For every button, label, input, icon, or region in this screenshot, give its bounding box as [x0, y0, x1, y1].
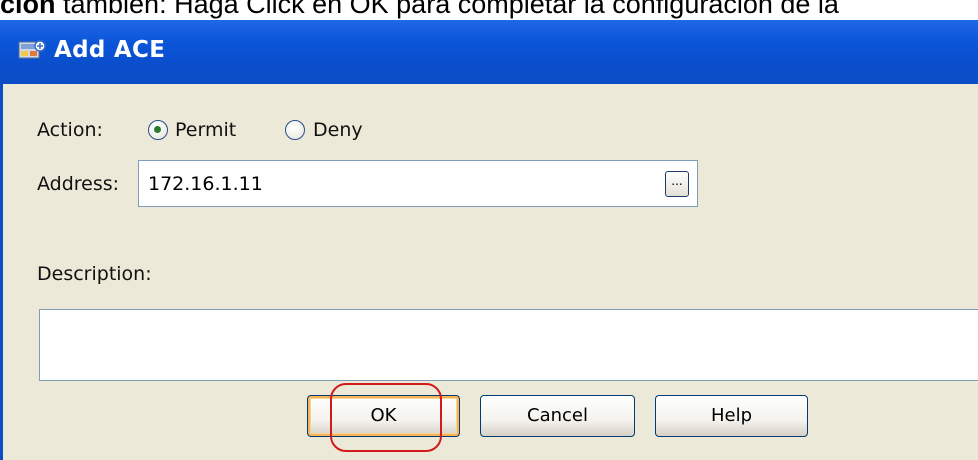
address-browse-button[interactable]: ... — [665, 171, 689, 197]
dialog-titlebar[interactable]: Add ACE — [0, 20, 978, 84]
page: ción también: Haga Click en OK para comp… — [0, 0, 978, 460]
address-label: Address: — [37, 173, 120, 195]
deny-radio[interactable] — [285, 120, 305, 140]
description-label: Description: — [37, 263, 152, 285]
action-label: Action: — [37, 119, 103, 141]
address-value: 172.16.1.11 — [148, 173, 263, 195]
network-rule-icon — [18, 38, 46, 62]
dialog-title: Add ACE — [54, 37, 166, 63]
ok-button[interactable]: OK — [307, 395, 460, 437]
caption-text: también: Haga Click en OK para completar… — [55, 0, 839, 19]
address-field[interactable]: 172.16.1.11 ... — [138, 160, 698, 207]
caption-bold-prefix: ción — [0, 0, 56, 19]
deny-radio-label[interactable]: Deny — [313, 118, 363, 142]
instruction-caption: ción también: Haga Click en OK para comp… — [0, 0, 978, 19]
radio-selected-dot — [154, 126, 161, 133]
description-field[interactable] — [39, 309, 978, 381]
cancel-button[interactable]: Cancel — [480, 395, 635, 437]
help-button[interactable]: Help — [655, 395, 808, 437]
permit-radio[interactable] — [148, 120, 168, 140]
add-ace-dialog: Add ACE Action: Permit Deny Address: 172… — [0, 20, 978, 460]
permit-radio-label[interactable]: Permit — [175, 118, 236, 142]
